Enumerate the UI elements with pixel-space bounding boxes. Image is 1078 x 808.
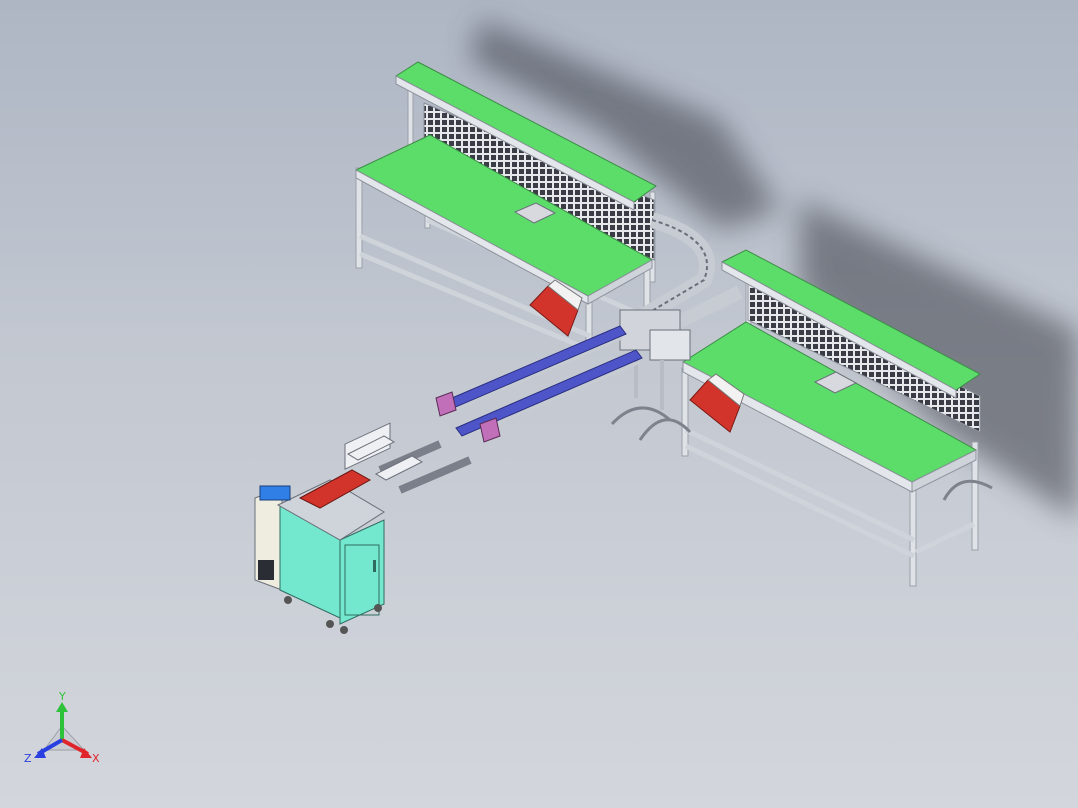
y-axis-label: Y: [58, 692, 66, 703]
z-axis-label: Z: [24, 752, 32, 765]
clamp-1: [435, 391, 457, 417]
straight-conveyor[interactable]: [378, 325, 643, 494]
coordinate-triad: Y Z X: [24, 692, 100, 765]
control-cabinet[interactable]: [254, 422, 424, 634]
y-arrow-icon: [56, 702, 68, 712]
cad-viewport[interactable]: [0, 0, 1078, 808]
x-axis-label: X: [92, 752, 100, 765]
